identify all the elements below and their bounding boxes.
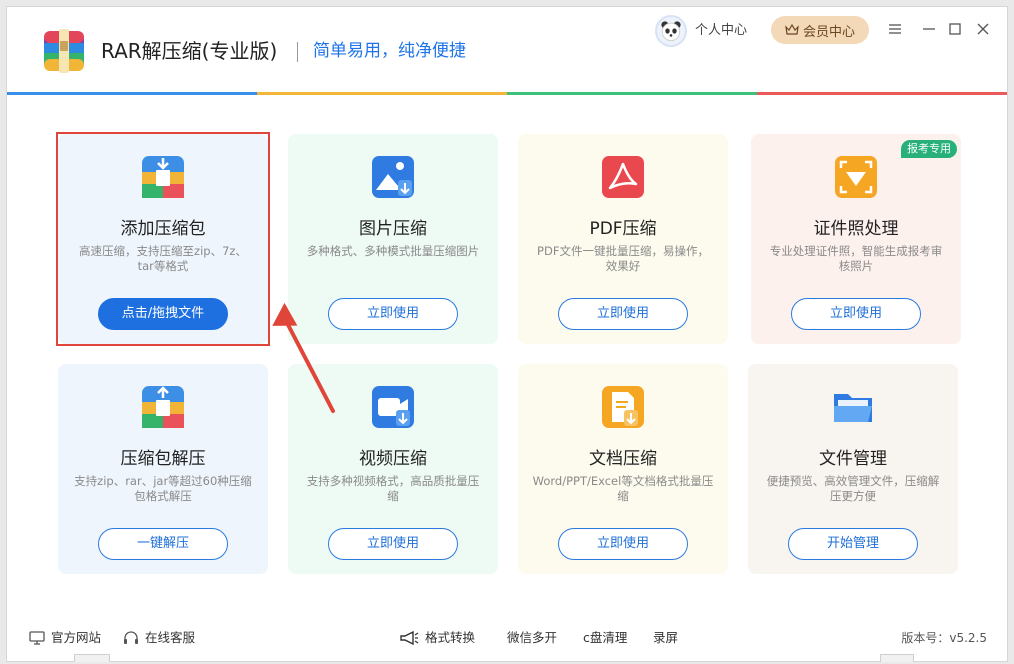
online-service-link[interactable]: 在线客服 bbox=[123, 629, 195, 647]
screen-record-label: 录屏 bbox=[653, 630, 679, 645]
maximize-button[interactable] bbox=[945, 19, 965, 39]
personal-center-link[interactable]: 个人中心 bbox=[695, 21, 747, 41]
card-title: 图片压缩 bbox=[359, 219, 427, 239]
menu-button[interactable] bbox=[885, 19, 905, 39]
panda-avatar-icon bbox=[661, 21, 681, 42]
card-pdf-compress[interactable]: PDF压缩 PDF文件一键批量压缩，易操作，效果好 立即使用 bbox=[518, 134, 728, 344]
card-id-photo[interactable]: 报考专用 证件照处理 专业处理证件照，智能生成报考审核照片 立即使用 bbox=[751, 134, 961, 344]
avatar[interactable] bbox=[655, 15, 687, 47]
card-title: 视频压缩 bbox=[359, 449, 427, 469]
wechat-multi-label: 微信多开 bbox=[507, 630, 558, 645]
wechat-multi-link[interactable]: 微信多开 bbox=[507, 629, 557, 647]
bar-segment-yellow bbox=[257, 92, 507, 95]
bar-segment-blue bbox=[7, 92, 257, 95]
card-description: 便捷预览、高效管理文件，压缩解压更方便 bbox=[766, 474, 940, 503]
maximize-icon bbox=[949, 23, 961, 35]
highlight-box bbox=[56, 132, 270, 346]
card-file-manager[interactable]: 文件管理 便捷预览、高效管理文件，压缩解压更方便 开始管理 bbox=[748, 364, 958, 574]
member-center-button[interactable]: 会员中心 bbox=[771, 16, 869, 44]
screen-record-link[interactable]: 录屏 bbox=[653, 629, 678, 647]
use-now-button[interactable]: 立即使用 bbox=[558, 528, 688, 560]
title-divider bbox=[297, 42, 298, 62]
menu-icon bbox=[889, 24, 901, 34]
online-service-label: 在线客服 bbox=[145, 630, 196, 645]
taskbar-tab-left bbox=[74, 654, 110, 662]
crown-icon bbox=[785, 24, 799, 35]
minimize-icon bbox=[923, 28, 935, 30]
official-site-link[interactable]: 官方网站 bbox=[29, 629, 101, 647]
taskbar-tab-right bbox=[880, 654, 914, 662]
card-description: 专业处理证件照，智能生成报考审核照片 bbox=[769, 244, 943, 273]
bar-segment-red bbox=[757, 92, 1007, 95]
format-convert-link[interactable]: 格式转换 bbox=[399, 629, 475, 647]
use-now-button[interactable]: 立即使用 bbox=[328, 528, 458, 560]
image-compress-icon bbox=[372, 156, 414, 198]
card-title: PDF压缩 bbox=[589, 219, 657, 239]
video-compress-icon bbox=[372, 386, 414, 428]
pdf-icon bbox=[602, 156, 644, 198]
app-window: RAR解压缩(专业版) 简单易用，纯净便捷 个人中心 会员中心 添加压缩包 高速… bbox=[6, 6, 1008, 662]
member-center-label: 会员中心 bbox=[802, 24, 855, 40]
version-label: 版本号：v5.2.5 bbox=[901, 631, 987, 645]
headset-icon bbox=[124, 631, 138, 644]
card-title: 压缩包解压 bbox=[120, 449, 206, 469]
rar-logo-icon bbox=[44, 29, 84, 73]
header: RAR解压缩(专业版) 简单易用，纯净便捷 个人中心 会员中心 bbox=[7, 7, 1007, 95]
minimize-button[interactable] bbox=[919, 19, 939, 39]
card-document-compress[interactable]: 文档压缩 Word/PPT/Excel等文档格式批量压缩 立即使用 bbox=[518, 364, 728, 574]
slogan: 简单易用，纯净便捷 bbox=[313, 41, 466, 61]
use-now-button[interactable]: 立即使用 bbox=[558, 298, 688, 330]
document-compress-icon bbox=[602, 386, 644, 428]
card-title: 文件管理 bbox=[819, 449, 887, 469]
card-description: Word/PPT/Excel等文档格式批量压缩 bbox=[532, 474, 714, 503]
one-click-extract-button[interactable]: 一键解压 bbox=[98, 528, 228, 560]
use-now-button[interactable]: 立即使用 bbox=[791, 298, 921, 330]
id-photo-icon bbox=[835, 156, 877, 198]
c-drive-clean-label: c盘清理 bbox=[583, 630, 628, 645]
annotation-arrow-icon bbox=[272, 303, 335, 413]
card-description: 多种格式、多种模式批量压缩图片 bbox=[306, 244, 480, 258]
footer: 官方网站 在线客服 格式转换 微信多开 c盘清理 录屏 版本号：v5.2.5 bbox=[7, 619, 1007, 659]
megaphone-icon bbox=[400, 630, 419, 646]
card-description: 支持多种视频格式，高品质批量压缩 bbox=[306, 474, 480, 503]
card-description: 支持zip、rar、jar等超过60种压缩包格式解压 bbox=[74, 474, 252, 503]
bar-segment-green bbox=[507, 92, 757, 95]
exam-badge: 报考专用 bbox=[901, 140, 957, 158]
close-icon bbox=[977, 23, 989, 35]
folder-icon bbox=[834, 394, 872, 422]
c-drive-clean-link[interactable]: c盘清理 bbox=[583, 629, 627, 647]
card-extract-archive[interactable]: 压缩包解压 支持zip、rar、jar等超过60种压缩包格式解压 一键解压 bbox=[58, 364, 268, 574]
start-manage-button[interactable]: 开始管理 bbox=[788, 528, 918, 560]
format-convert-label: 格式转换 bbox=[425, 630, 476, 645]
close-button[interactable] bbox=[973, 19, 993, 39]
app-title: RAR解压缩(专业版) bbox=[101, 39, 278, 63]
card-title: 证件照处理 bbox=[813, 219, 899, 239]
card-title: 文档压缩 bbox=[589, 449, 657, 469]
archive-extract-icon bbox=[142, 386, 184, 428]
official-site-label: 官方网站 bbox=[51, 630, 102, 645]
use-now-button[interactable]: 立即使用 bbox=[328, 298, 458, 330]
monitor-icon bbox=[29, 631, 45, 645]
card-description: PDF文件一键批量压缩，易操作，效果好 bbox=[537, 244, 709, 273]
header-color-bar bbox=[7, 92, 1007, 95]
